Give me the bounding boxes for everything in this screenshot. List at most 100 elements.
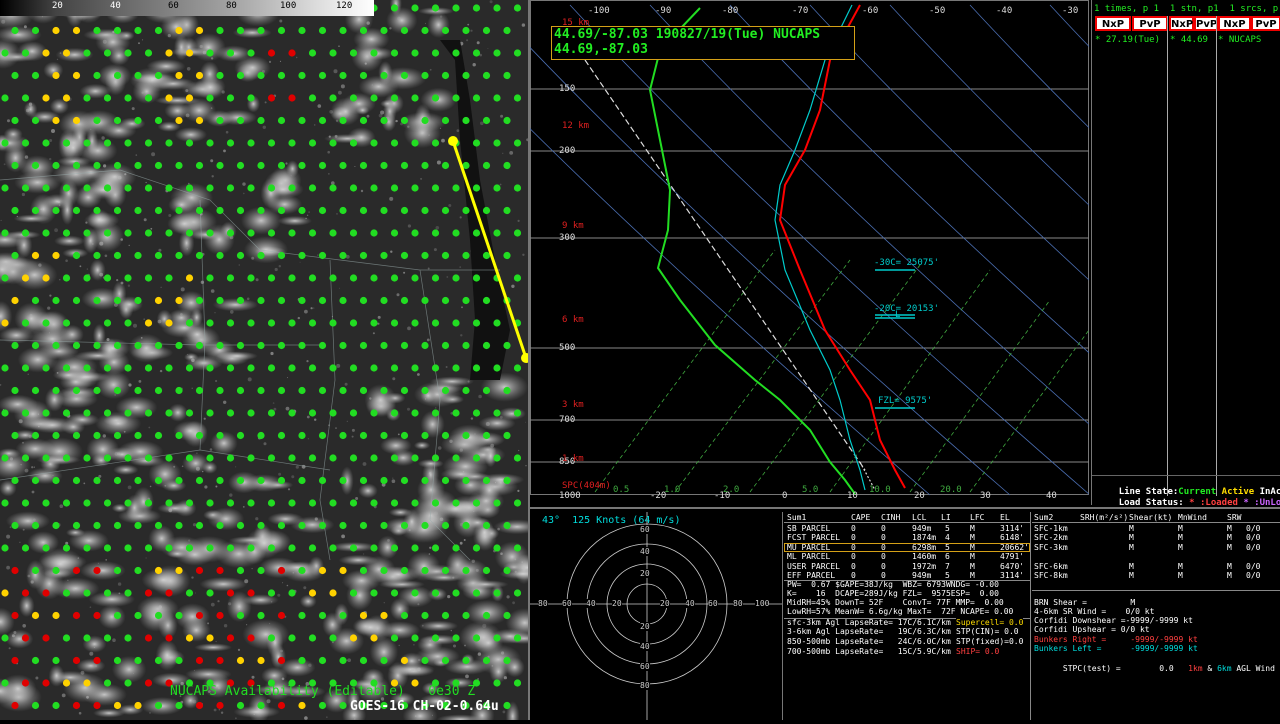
nucaps-dot[interactable] <box>288 49 296 57</box>
nucaps-dot[interactable] <box>185 229 194 237</box>
nucaps-dot[interactable] <box>216 161 224 170</box>
nucaps-dot[interactable] <box>513 409 522 417</box>
nucaps-dot[interactable] <box>165 229 173 237</box>
nucaps-dot[interactable] <box>103 499 112 507</box>
nucaps-dot[interactable] <box>113 476 122 485</box>
nucaps-dot[interactable] <box>113 656 122 665</box>
nucaps-dot[interactable] <box>431 274 440 282</box>
nucaps-dot[interactable] <box>83 589 91 597</box>
nucaps-dot[interactable] <box>482 611 491 620</box>
nucaps-dot[interactable] <box>165 274 173 282</box>
nucaps-dot[interactable] <box>226 184 235 192</box>
nucaps-dot[interactable] <box>11 521 19 530</box>
nucaps-dot[interactable] <box>31 341 40 350</box>
nucaps-dot[interactable] <box>226 589 235 597</box>
nucaps-dot[interactable] <box>411 634 419 642</box>
nucaps-dot[interactable] <box>175 521 183 530</box>
nucaps-dot[interactable] <box>400 611 409 620</box>
nucaps-dot[interactable] <box>1 94 9 102</box>
time-entry[interactable]: * 27.19(Tue) <box>1095 35 1160 45</box>
nucaps-dot[interactable] <box>359 611 368 620</box>
nucaps-dot[interactable] <box>380 611 388 620</box>
nucaps-dot[interactable] <box>42 499 50 507</box>
nucaps-dot[interactable] <box>72 206 81 215</box>
nucaps-dot[interactable] <box>62 184 71 192</box>
nucaps-dot[interactable] <box>513 139 522 147</box>
nucaps-dot[interactable] <box>339 656 347 665</box>
nucaps-dot[interactable] <box>267 634 276 642</box>
nucaps-dot[interactable] <box>185 499 194 507</box>
nucaps-dot[interactable] <box>390 454 399 462</box>
nucaps-dot[interactable] <box>1 49 9 57</box>
nucaps-dot[interactable] <box>390 364 399 372</box>
nucaps-dot[interactable] <box>431 634 440 642</box>
nucaps-dot[interactable] <box>277 656 286 665</box>
nucaps-dot[interactable] <box>411 229 419 237</box>
nucaps-dot[interactable] <box>72 431 81 440</box>
nucaps-dot[interactable] <box>206 499 214 507</box>
nucaps-dot[interactable] <box>482 71 491 80</box>
nucaps-dot[interactable] <box>298 386 306 395</box>
nucaps-dot[interactable] <box>349 94 358 102</box>
nucaps-dot[interactable] <box>236 611 245 620</box>
nucaps-dot[interactable] <box>257 206 265 215</box>
nucaps-dot[interactable] <box>441 566 450 575</box>
nucaps-dot[interactable] <box>113 26 122 35</box>
nucaps-dot[interactable] <box>329 319 337 327</box>
nucaps-dot[interactable] <box>83 544 91 552</box>
nucaps-dot[interactable] <box>83 229 91 237</box>
nucaps-dot[interactable] <box>42 454 50 462</box>
nucaps-dot[interactable] <box>472 274 481 282</box>
nucaps-dot[interactable] <box>83 679 91 687</box>
nucaps-dot[interactable] <box>267 454 276 462</box>
nucaps-dot[interactable] <box>339 71 347 80</box>
nucaps-dot[interactable] <box>462 521 470 530</box>
nucaps-dot[interactable] <box>380 116 388 125</box>
nucaps-dot[interactable] <box>144 319 153 327</box>
nucaps-dot[interactable] <box>441 296 450 305</box>
nucaps-dot[interactable] <box>11 341 19 350</box>
nucaps-dot[interactable] <box>339 296 347 305</box>
nucaps-dot[interactable] <box>390 499 399 507</box>
nucaps-dot[interactable] <box>390 409 399 417</box>
nucaps-dot[interactable] <box>349 409 358 417</box>
nucaps-dot[interactable] <box>308 274 317 282</box>
nucaps-dot[interactable] <box>134 206 142 215</box>
nucaps-dot[interactable] <box>493 544 501 552</box>
nucaps-dot[interactable] <box>185 634 194 642</box>
nucaps-dot[interactable] <box>72 251 81 260</box>
nucaps-dot[interactable] <box>359 341 368 350</box>
nucaps-dot[interactable] <box>390 589 399 597</box>
nucaps-dot[interactable] <box>52 71 60 80</box>
nucaps-dot[interactable] <box>503 701 511 710</box>
nucaps-dot[interactable] <box>308 94 317 102</box>
nucaps-dot[interactable] <box>359 566 368 575</box>
nucaps-dot[interactable] <box>308 184 317 192</box>
nucaps-dot[interactable] <box>339 26 347 35</box>
nucaps-dot[interactable] <box>154 386 163 395</box>
nucaps-dot[interactable] <box>421 161 429 170</box>
nucaps-dot[interactable] <box>298 611 306 620</box>
nucaps-dot[interactable] <box>452 94 460 102</box>
nucaps-dot[interactable] <box>134 566 142 575</box>
nucaps-dot[interactable] <box>216 341 224 350</box>
nucaps-dot[interactable] <box>1 274 9 282</box>
nucaps-dot[interactable] <box>31 71 40 80</box>
nucaps-dot[interactable] <box>329 544 337 552</box>
nucaps-dot[interactable] <box>113 431 122 440</box>
nucaps-dot[interactable] <box>370 634 378 642</box>
nucaps-dot[interactable] <box>216 386 224 395</box>
nucaps-dot[interactable] <box>236 701 245 710</box>
nucaps-dot[interactable] <box>452 4 460 12</box>
nucaps-dot[interactable] <box>503 206 511 215</box>
nucaps-dot[interactable] <box>308 544 317 552</box>
nucaps-dot[interactable] <box>154 26 163 35</box>
nucaps-dot[interactable] <box>318 431 327 440</box>
nucaps-dot[interactable] <box>267 364 276 372</box>
nucaps-dot[interactable] <box>31 656 40 665</box>
nucaps-dot[interactable] <box>236 206 245 215</box>
nucaps-dot[interactable] <box>370 229 378 237</box>
nucaps-dot[interactable] <box>421 26 429 35</box>
nucaps-dot[interactable] <box>513 589 522 597</box>
nucaps-dot[interactable] <box>134 71 142 80</box>
